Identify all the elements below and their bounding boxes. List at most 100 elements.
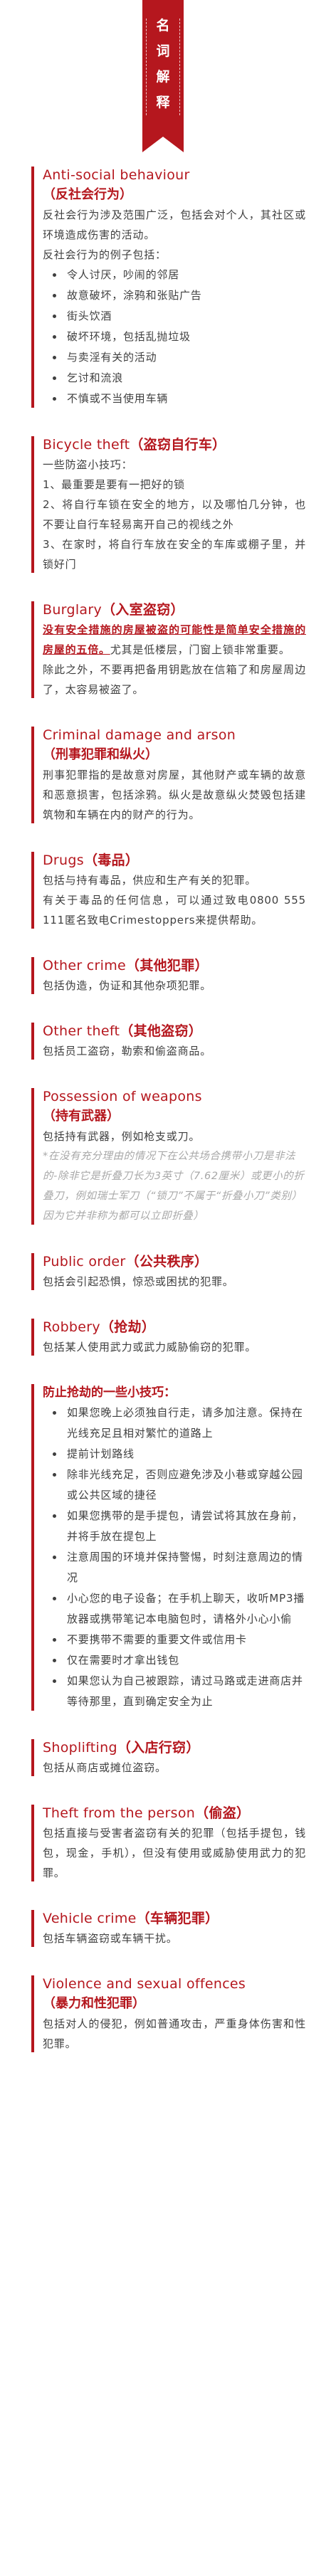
banner-ribbon: 名 词 解 释 xyxy=(142,0,184,152)
section-desc: 没有安全措施的房屋被盗的可能性是简单安全措施的房屋的五倍。尤其是低楼层，门窗上锁… xyxy=(43,620,306,660)
section-title: Burglary（入室盗窃） xyxy=(43,600,306,620)
section-title: Other theft（其他盗窃） xyxy=(43,1021,306,1041)
section-title: Shoplifting（入店行窃） xyxy=(43,1738,306,1758)
section-desc: 包括员工盗窃，勒索和偷盗商品。 xyxy=(43,1045,212,1057)
banner-char: 名 xyxy=(156,18,170,33)
title-cn: （抢劫） xyxy=(100,1319,156,1335)
section-weapons: Possession of weapons （持有武器） 包括持有武器，例如枪支… xyxy=(31,1087,306,1226)
list-item: 除非光线充足，否则应避免涉及小巷或穿越公园或公共区域的捷径 xyxy=(53,1464,306,1506)
section-robbery-tips: 防止抢劫的一些小技巧： 如果您晚上必须独自行走，请多加注意。保持在光线充足且相对… xyxy=(31,1383,306,1712)
title-en: Other theft xyxy=(43,1023,120,1039)
tips-intro: 一些防盗小技巧： xyxy=(43,458,133,471)
section-desc: 包括对人的侵犯，例如普通攻击，严重身体伤害和性犯罪。 xyxy=(43,2017,306,2050)
section-title: Other crime（其他犯罪） xyxy=(43,956,306,976)
list-item: 乞讨和流浪 xyxy=(53,368,306,389)
section-title: Vehicle crime（车辆犯罪） xyxy=(43,1909,306,1928)
banner: 名 词 解 释 xyxy=(142,0,184,137)
title-cn: （公共秩序） xyxy=(125,1254,209,1269)
banner-tail xyxy=(142,137,184,152)
title-en: Robbery xyxy=(43,1319,100,1335)
list-item: 仅在需要时才拿出钱包 xyxy=(53,1650,306,1671)
section-title: Theft from the person（偷盗） xyxy=(43,1803,306,1823)
title-en: Public order xyxy=(43,1254,126,1269)
examples-list: 令人讨厌，吵闹的邻居 故意破坏，涂鸦和张贴广告 街头饮酒 破坏环境，包括乱抛垃圾… xyxy=(43,265,306,409)
tip-item: 2、将自行车锁在安全的地方，以及哪怕几分钟，也不要让自行车轻易离开自己的视线之外 xyxy=(43,498,306,531)
section-public-order: Public order（公共秩序） 包括会引起恐惧，惊恐或困扰的犯罪。 xyxy=(31,1252,306,1292)
glossary-page: 名 词 解 释 Anti-social behaviour （反社会行为） 反社… xyxy=(0,0,326,2082)
list-item: 令人讨厌，吵闹的邻居 xyxy=(53,265,306,285)
section-desc: 反社会行为涉及范围广泛，包括会对个人，其社区或环境造成伤害的活动。 xyxy=(43,208,306,241)
list-item: 提前计划路线 xyxy=(53,1444,306,1464)
title-en: Bicycle theft xyxy=(43,437,130,453)
section-desc: 包括直接与受害者盗窃有关的犯罪（包括手提包，钱包，现金，手机），但没有使用或威胁… xyxy=(43,1827,306,1879)
section-violence: Violence and sexual offences （暴力和性犯罪） 包括… xyxy=(31,1974,306,2054)
list-item: 街头饮酒 xyxy=(53,306,306,327)
desc-text: 尤其是低楼层，门窗上锁非常重要。 xyxy=(110,643,290,656)
list-item: 小心您的电子设备；在手机上聊天，收听MP3播放器或携带笔记本电脑包时，请格外小心… xyxy=(53,1588,306,1630)
title-cn: （毒品） xyxy=(83,852,140,868)
title-cn: （持有武器） xyxy=(43,1109,120,1124)
title-cn: （偷盗） xyxy=(195,1805,251,1821)
section-title: Robbery（抢劫） xyxy=(43,1317,306,1337)
title-en: Burglary xyxy=(43,602,102,618)
section-desc: 包括会引起恐惧，惊恐或困扰的犯罪。 xyxy=(43,1275,234,1288)
title-cn: （暴力和性犯罪） xyxy=(43,1996,145,2011)
section-desc-2: 除此之外，不要再把备用钥匙放在信箱了和房屋周边了，太容易被盗了。 xyxy=(43,663,306,696)
section-title: Drugs（毒品） xyxy=(43,850,306,870)
section-desc: 包括某人使用武力或武力威胁偷窃的犯罪。 xyxy=(43,1341,257,1353)
banner-char: 词 xyxy=(156,43,170,59)
title-en: Drugs xyxy=(43,852,84,868)
section-title: Anti-social behaviour xyxy=(43,165,306,185)
list-item: 不慎或不当使用车辆 xyxy=(53,389,306,409)
tips-title: 防止抢劫的一些小技巧： xyxy=(43,1385,176,1400)
section-title: Bicycle theft（盗窃自行车） xyxy=(43,435,306,455)
title-en: Theft from the person xyxy=(43,1805,196,1821)
section-desc: 包括从商店或摊位盗窃。 xyxy=(43,1761,167,1774)
section-desc: 包括与持有毒品，供应和生产有关的犯罪。 xyxy=(43,874,257,887)
list-item: 不要携带不需要的重要文件或信用卡 xyxy=(53,1630,306,1650)
list-item: 与卖淫有关的活动 xyxy=(53,347,306,368)
tips-list: 如果您晚上必须独自行走，请多加注意。保持在光线充足且相对繁忙的道路上 提前计划路… xyxy=(43,1403,306,1712)
banner-wrap: 名 词 解 释 xyxy=(0,0,326,152)
section-bicycle: Bicycle theft（盗窃自行车） 一些防盗小技巧： 1、最重要是要有一把… xyxy=(31,435,306,574)
title-cn: （其他盗窃） xyxy=(120,1023,203,1039)
section-drugs: Drugs（毒品） 包括与持有毒品，供应和生产有关的犯罪。 有关于毒品的任何信息… xyxy=(31,850,306,930)
section-other-theft: Other theft（其他盗窃） 包括员工盗窃，勒索和偷盗商品。 xyxy=(31,1021,306,1061)
list-item: 故意破坏，涂鸦和张贴广告 xyxy=(53,285,306,306)
title-cn: （车辆犯罪） xyxy=(136,1911,219,1926)
list-item: 如果您携带的是手提包，请尝试将其放在身前，并将手放在提包上 xyxy=(53,1506,306,1547)
section-title: Public order（公共秩序） xyxy=(43,1252,306,1272)
title-cn: （其他犯罪） xyxy=(126,958,209,973)
section-criminal-damage: Criminal damage and arson （刑事犯罪和纵火） 刑事犯罪… xyxy=(31,725,306,825)
section-other-crime: Other crime（其他犯罪） 包括伪造，伪证和其他杂项犯罪。 xyxy=(31,956,306,996)
title-cn: （反社会行为） xyxy=(43,187,132,202)
section-theft-person: Theft from the person（偷盗） 包括直接与受害者盗窃有关的犯… xyxy=(31,1803,306,1883)
section-burglary: Burglary（入室盗窃） 没有安全措施的房屋被盗的可能性是简单安全措施的房屋… xyxy=(31,600,306,700)
section-vehicle: Vehicle crime（车辆犯罪） 包括车辆盗窃或车辆干扰。 xyxy=(31,1909,306,1948)
banner-char: 释 xyxy=(156,95,170,110)
title-en: Violence and sexual offences xyxy=(43,1976,246,1992)
examples-intro: 反社会行为的例子包括： xyxy=(43,248,167,261)
title-en: Other crime xyxy=(43,958,127,973)
title-en: Vehicle crime xyxy=(43,1911,137,1926)
title-en: Possession of weapons xyxy=(43,1089,202,1104)
list-item: 如果您晚上必须独自行走，请多加注意。保持在光线充足且相对繁忙的道路上 xyxy=(53,1403,306,1444)
list-item: 注意周围的环境并保持警惕，时刻注意周边的情况 xyxy=(53,1547,306,1588)
section-robbery: Robbery（抢劫） 包括某人使用武力或武力威胁偷窃的犯罪。 xyxy=(31,1317,306,1357)
banner-char: 解 xyxy=(156,69,170,85)
title-en: Shoplifting xyxy=(43,1740,117,1756)
section-shoplifting: Shoplifting（入店行窃） 包括从商店或摊位盗窃。 xyxy=(31,1738,306,1778)
footnote: *在没有充分理由的情况下在公共场合携带小刀是非法的-除非它是折叠刀长为3英寸（7… xyxy=(43,1151,305,1222)
title-cn: （盗窃自行车） xyxy=(130,437,226,453)
section-desc: 包括车辆盗窃或车辆干扰。 xyxy=(43,1932,178,1945)
title-en: Criminal damage and arson xyxy=(43,727,236,743)
list-item: 破坏环境，包括乱抛垃圾 xyxy=(53,327,306,347)
title-cn: （入店行窃） xyxy=(117,1740,200,1756)
section-desc: 包括持有武器，例如枪支或刀。 xyxy=(43,1130,201,1143)
section-desc: 刑事犯罪指的是故意对房屋，其他财产或车辆的故意和恶意损害，包括涂鸦。纵火是故意纵… xyxy=(43,769,306,821)
tip-item: 3、在家时，将自行车放在安全的车库或棚子里，并锁好门 xyxy=(43,538,306,571)
section-desc: 包括伪造，伪证和其他杂项犯罪。 xyxy=(43,979,212,992)
title-cn: （刑事犯罪和纵火） xyxy=(43,747,158,762)
section-desc-2: 有关于毒品的任何信息，可以通过致电0800 555 111匿名致电Crimest… xyxy=(43,894,306,927)
section-antisocial: Anti-social behaviour （反社会行为） 反社会行为涉及范围广… xyxy=(31,165,306,409)
